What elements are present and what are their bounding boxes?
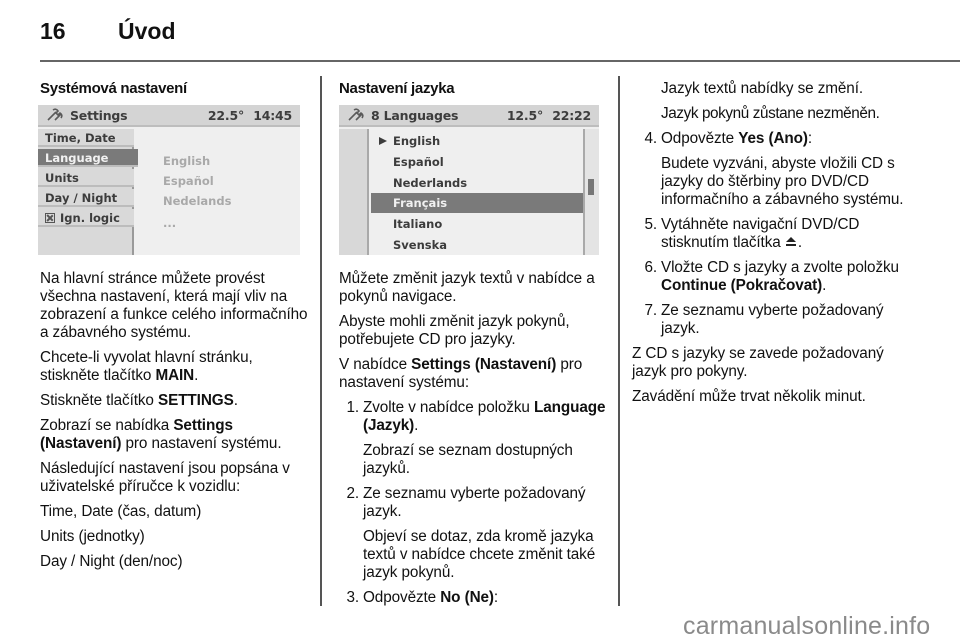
language-option: English [163, 154, 211, 168]
menu-continue: Continue (Pokračovat) [661, 277, 823, 294]
step-6: 6. Vložte CD s jazyky a zvolte položku Co… [644, 259, 899, 294]
language-option: Español [163, 174, 214, 188]
paragraph: Chcete-li vyvolat hlavní stránku, stiskn… [40, 349, 253, 384]
checkbox-x-icon[interactable] [45, 213, 55, 223]
eject-icon [786, 237, 797, 248]
step-1: 1. Zvolte v nabídce položku Language (Jaz… [346, 399, 606, 434]
chapter-title: Úvod [118, 18, 176, 44]
right-column-text: Jazyk textů nabídky se změní. Jazyk poky… [632, 80, 912, 413]
list-scrollbar[interactable] [583, 129, 599, 255]
step-1-note: Zobrazí se seznam dostupných jazyků. [363, 442, 573, 477]
scrollbar-thumb[interactable] [588, 179, 594, 195]
paragraph: Stiskněte tlačítko SETTINGS. [40, 392, 238, 409]
paragraph: Units (jednotky) [40, 528, 145, 545]
menu-settings: Settings (Nastavení) [411, 356, 557, 373]
language-item-francais[interactable]: Français [371, 193, 583, 213]
watermark: carmanualsonline.info [683, 612, 931, 640]
step-4: 4. Odpovězte Yes (Ano): [644, 130, 813, 147]
answer-no: No (Ne) [440, 589, 494, 606]
language-item-nederlands[interactable]: Nederlands [371, 173, 583, 193]
screen-status-bar: Settings 22.5° 14:45 [38, 105, 300, 127]
languages-screen-image: 8 Languages 12.5° 22:22 English Español … [339, 105, 599, 255]
column-divider [320, 76, 322, 606]
paragraph: V nabídce Settings (Nastavení) pro nasta… [339, 356, 583, 391]
answer-yes: Yes (Ano) [738, 130, 808, 147]
wrench-icon [47, 108, 63, 121]
step-7: 7. Ze seznamu vyberte požadovaný jazyk. [644, 302, 884, 337]
paragraph: Abyste mohli změnit jazyk pokynů, potřeb… [339, 313, 570, 348]
section-heading-language-settings: Nastavení jazyka [339, 80, 455, 97]
step-5: 5. Vytáhněte navigační DVD/CD stisknutím … [644, 216, 860, 251]
screen-temperature: 12.5° [506, 108, 543, 123]
key-main: MAIN [155, 367, 195, 384]
key-settings: SETTINGS [157, 392, 234, 409]
settings-menu: Time, Date Language Units Day / Night Ig… [38, 129, 138, 255]
column-divider [618, 76, 620, 606]
middle-column-text: Můžete změnit jazyk textů v nabídce a po… [339, 270, 614, 614]
wrench-icon [348, 108, 364, 121]
paragraph: Můžete změnit jazyk textů v nabídce a po… [339, 270, 595, 305]
paragraph: Zobrazí se nabídka Settings (Nastavení) … [40, 417, 282, 452]
language-item-svenska[interactable]: Svenska [371, 235, 583, 255]
language-item-espanol[interactable]: Español [371, 152, 583, 172]
paragraph: Na hlavní stránce můžete provést všechna… [40, 270, 308, 341]
step-2-note: Objeví se dotaz, zda kromě jazyka textů … [363, 528, 596, 581]
language-option: Nedelands [163, 194, 232, 208]
step-4-note: Budete vyzváni, abyste vložili CD s jazy… [661, 155, 904, 208]
screen-status-bar: 8 Languages 12.5° 22:22 [339, 105, 599, 127]
menu-item-language[interactable]: Language [38, 149, 138, 167]
paragraph: Time, Date (čas, datum) [40, 503, 202, 520]
current-indicator-arrow-icon [379, 137, 387, 145]
paragraph: Day / Night (den/noc) [40, 553, 183, 570]
language-item-english[interactable]: English [371, 131, 583, 151]
screen-title: 8 Languages [371, 108, 459, 123]
menu-item-time-date[interactable]: Time, Date [38, 129, 134, 147]
step-3-note: Jazyk textů nabídky se změní. [661, 80, 864, 97]
step-2: 2. Ze seznamu vyberte požadovaný jazyk. [346, 485, 586, 520]
paragraph: Následující nastavení jsou popsána v uži… [40, 460, 290, 495]
paragraph: Zavádění může trvat několik minut. [632, 388, 866, 405]
settings-screen-image: Settings 22.5° 14:45 Time, Date Language… [38, 105, 300, 255]
language-item-italiano[interactable]: Italiano [371, 214, 583, 234]
screen-time: 14:45 [253, 108, 292, 123]
screen-temperature: 22.5° [207, 108, 244, 123]
step-3: 3. Odpovězte No (Ne): [346, 589, 499, 606]
menu-item-label: Ign. logic [60, 211, 120, 225]
screen-title: Settings [70, 108, 128, 123]
menu-item-ign-logic[interactable]: Ign. logic [38, 209, 134, 227]
menu-item-day-night[interactable]: Day / Night [38, 189, 134, 207]
language-option-more: ... [163, 216, 177, 230]
screen-time: 22:22 [552, 108, 591, 123]
header-rule [40, 60, 960, 62]
menu-item-units[interactable]: Units [38, 169, 134, 187]
page-number: 16 [40, 18, 66, 44]
paragraph: Z CD s jazyky se zavede požadovaný jazyk… [632, 345, 884, 380]
screen-left-panel [339, 129, 369, 255]
section-heading-system-settings: Systémová nastavení [40, 80, 187, 97]
step-3-note: Jazyk pokynů zůstane nezměněn. [661, 105, 880, 122]
language-list: English Español Nederlands Français Ital… [371, 129, 583, 255]
left-column-text: Na hlavní stránce můžete provést všechna… [40, 270, 315, 578]
